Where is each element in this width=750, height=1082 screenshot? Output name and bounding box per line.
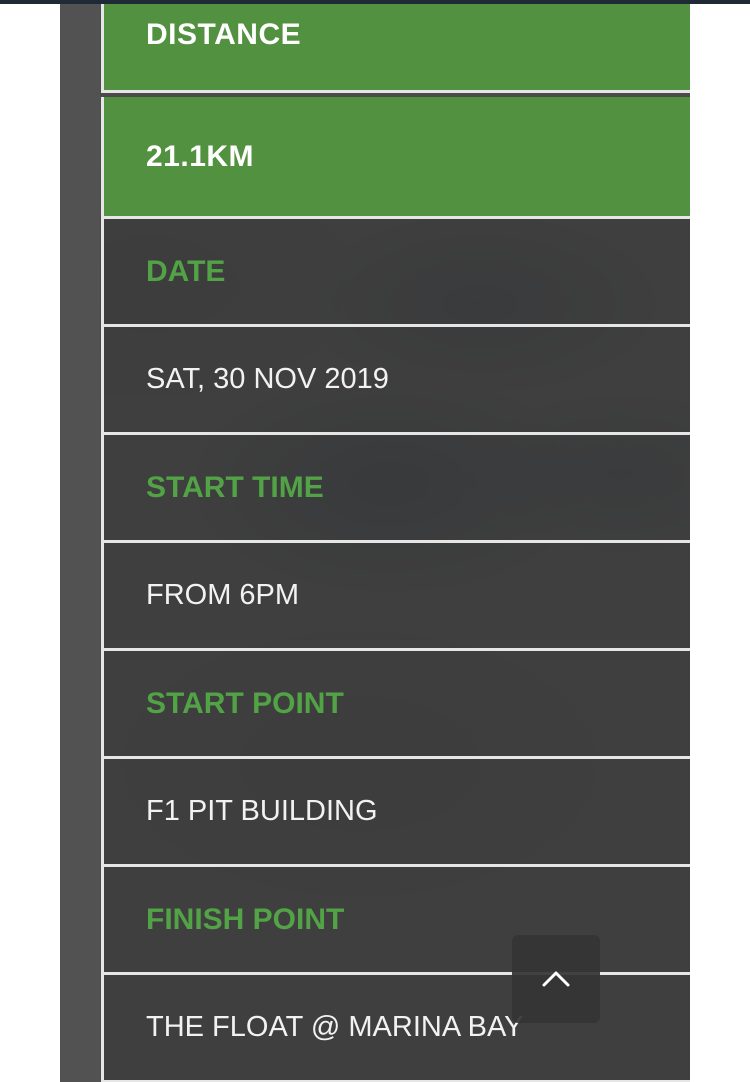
date-value-row: SAT, 30 NOV 2019 xyxy=(101,327,690,435)
date-label: DATE xyxy=(146,254,226,288)
distance-label-row: DISTANCE xyxy=(101,4,690,93)
event-details-panel: DISTANCE 21.1KM DATE SAT, 30 NOV 2019 ST… xyxy=(60,4,690,1082)
date-value: SAT, 30 NOV 2019 xyxy=(146,363,389,395)
start-time-label-row: START TIME xyxy=(101,435,690,543)
start-time-label: START TIME xyxy=(146,470,324,504)
start-point-label: START POINT xyxy=(146,686,344,720)
distance-label: DISTANCE xyxy=(146,18,302,51)
chevron-up-icon xyxy=(542,971,570,987)
scroll-to-top-button[interactable] xyxy=(512,935,600,1023)
left-margin-strip xyxy=(60,4,100,1082)
finish-point-label-row: FINISH POINT xyxy=(101,867,690,975)
start-point-value: F1 PIT BUILDING xyxy=(146,795,378,827)
distance-value: 21.1KM xyxy=(146,139,255,173)
finish-point-value-row: THE FLOAT @ MARINA BAY xyxy=(101,975,690,1082)
date-label-row: DATE xyxy=(101,219,690,327)
finish-point-value: THE FLOAT @ MARINA BAY xyxy=(146,1011,524,1043)
start-point-label-row: START POINT xyxy=(101,651,690,759)
start-time-value: FROM 6PM xyxy=(146,579,300,611)
event-details-list: DISTANCE 21.1KM DATE SAT, 30 NOV 2019 ST… xyxy=(101,4,690,1082)
start-point-value-row: F1 PIT BUILDING xyxy=(101,759,690,867)
start-time-value-row: FROM 6PM xyxy=(101,543,690,651)
distance-value-row: 21.1KM xyxy=(101,97,690,219)
finish-point-label: FINISH POINT xyxy=(146,902,345,936)
